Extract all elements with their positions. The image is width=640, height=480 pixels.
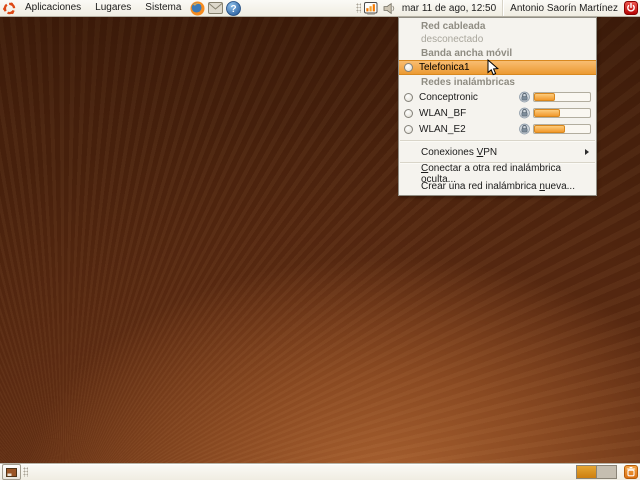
signal-strength-bar <box>533 108 591 118</box>
applet-drag-handle[interactable] <box>356 3 361 13</box>
trash-icon[interactable] <box>623 465 638 480</box>
secured-wifi-lock-icon <box>519 107 530 119</box>
menu-item-vpn-connections[interactable]: Conexiones VPN <box>399 145 596 159</box>
menu-item-create-new-network[interactable]: Crear una red inalámbrica nueva... <box>399 180 596 193</box>
wired-status: desconectado <box>399 33 596 46</box>
menu-aplicaciones[interactable]: Aplicaciones <box>18 0 88 16</box>
volume-icon[interactable] <box>382 1 398 16</box>
top-panel: Aplicaciones Lugares Sistema ? <box>0 0 640 17</box>
secured-wifi-lock-icon <box>519 123 530 135</box>
wired-network-header: Red cableada <box>399 20 596 33</box>
radio-button[interactable] <box>404 125 413 134</box>
menu-lugares[interactable]: Lugares <box>88 0 138 16</box>
menu-separator <box>400 140 595 142</box>
email-icon[interactable] <box>207 0 223 16</box>
firefox-icon[interactable] <box>189 0 205 16</box>
menu-item-connect-hidden-network[interactable]: Conectar a otra red inalámbrica oculta..… <box>399 167 596 180</box>
signal-strength-bar <box>533 124 591 134</box>
bottom-panel <box>0 463 640 480</box>
mobile-broadband-header: Banda ancha móvil <box>399 46 596 60</box>
clock-applet[interactable]: mar 11 de ago, 12:50 <box>399 3 502 14</box>
workspace-2[interactable] <box>596 466 616 478</box>
workspace-1[interactable] <box>577 466 596 478</box>
mouse-cursor <box>487 59 499 82</box>
window-list-drag-handle[interactable] <box>23 467 28 477</box>
submenu-arrow-icon <box>585 149 589 155</box>
menu-item-wifi-conceptronic[interactable]: Conceptronic <box>399 89 596 105</box>
power-icon[interactable] <box>623 1 638 16</box>
menu-item-wifi-wlan-e2[interactable]: WLAN_E2 <box>399 121 596 137</box>
user-switcher-applet[interactable]: Antonio Saorín Martínez <box>503 3 623 14</box>
help-icon[interactable]: ? <box>225 0 241 16</box>
svg-text:?: ? <box>230 4 236 15</box>
ubuntu-logo-icon[interactable] <box>1 0 17 16</box>
show-desktop-button[interactable] <box>2 464 21 480</box>
workspace-switcher <box>576 465 617 479</box>
radio-button[interactable] <box>404 109 413 118</box>
menu-sistema[interactable]: Sistema <box>138 0 188 16</box>
menu-item-wifi-wlan-bf[interactable]: WLAN_BF <box>399 105 596 121</box>
network-manager-icon[interactable] <box>364 1 380 16</box>
top-panel-right-group: mar 11 de ago, 12:50 Antonio Saorín Mart… <box>354 0 640 16</box>
secured-wifi-lock-icon <box>519 91 530 103</box>
signal-strength-bar <box>533 92 591 102</box>
radio-button[interactable] <box>404 63 413 72</box>
network-manager-menu: Red cableada desconectado Banda ancha mó… <box>398 17 597 196</box>
radio-button[interactable] <box>404 93 413 102</box>
